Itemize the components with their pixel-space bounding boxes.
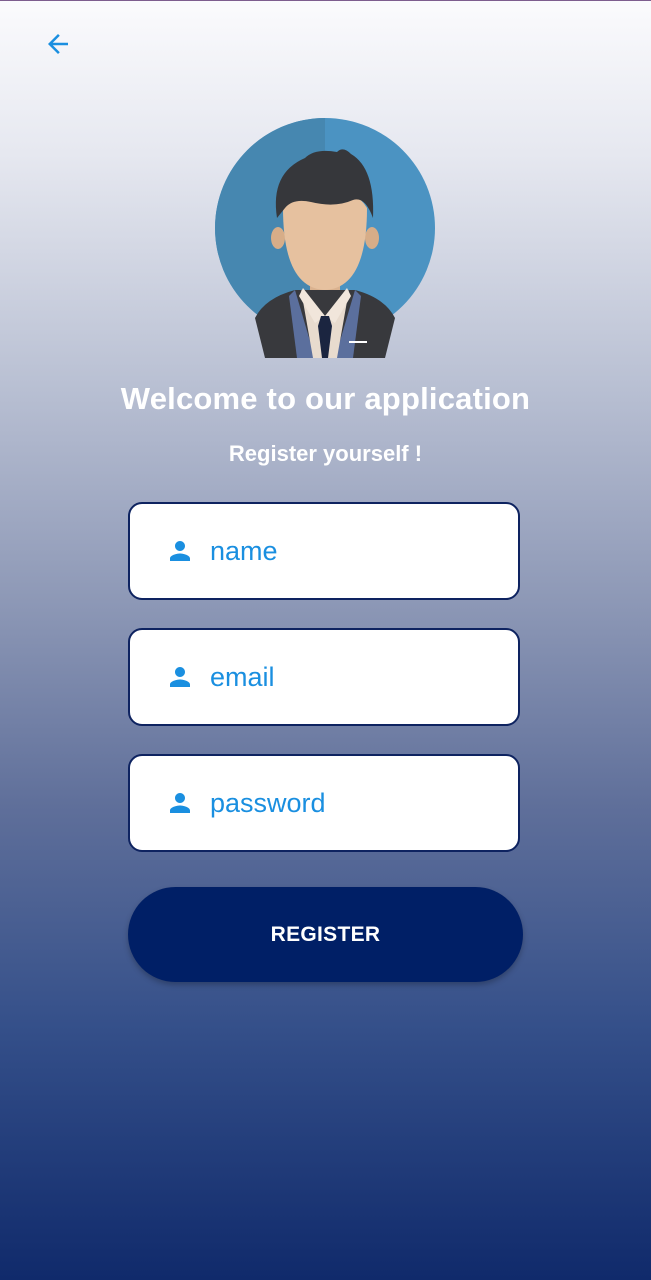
person-icon [164,535,196,567]
welcome-title: Welcome to our application [120,381,531,416]
person-icon [164,787,196,819]
password-field[interactable] [128,754,520,852]
register-button[interactable]: REGISTER [128,887,523,982]
back-button[interactable] [38,24,78,64]
name-input[interactable] [210,535,490,567]
password-input[interactable] [210,787,490,819]
welcome-subtitle: Register yourself ! [228,441,423,466]
person-icon [164,661,196,693]
email-input[interactable] [210,661,490,693]
top-divider [0,0,651,1]
email-field[interactable] [128,628,520,726]
name-field[interactable] [128,502,520,600]
avatar [215,118,435,358]
arrow-left-icon [48,34,68,54]
